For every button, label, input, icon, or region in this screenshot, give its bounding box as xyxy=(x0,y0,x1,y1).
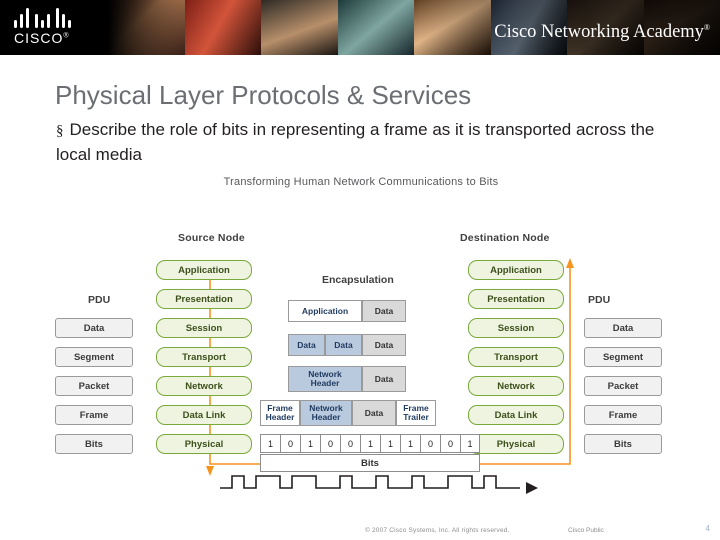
banner-photo xyxy=(261,0,338,55)
footer-page-number: 4 xyxy=(705,524,710,533)
pdu-box-bits-right: Bits xyxy=(584,434,662,454)
destination-node-label: Destination Node xyxy=(460,232,550,244)
destination-layer-data-link: Data Link xyxy=(468,405,564,425)
destination-layer-presentation: Presentation xyxy=(468,289,564,309)
enc-cell-data: Data xyxy=(362,366,406,392)
enc-cell-data-3: Data xyxy=(362,334,406,356)
pdu-box-segment: Segment xyxy=(55,347,133,367)
bullet-text: Describe the role of bits in representin… xyxy=(56,120,655,164)
pdu-box-frame: Frame xyxy=(55,405,133,425)
bit-cell: 0 xyxy=(320,434,340,453)
pdu-box-frame-right: Frame xyxy=(584,405,662,425)
networking-academy-tm: ® xyxy=(703,22,710,32)
enc-cell-frame-trailer: Frame Trailer xyxy=(396,400,436,426)
enc-cell-data-2: Data xyxy=(325,334,362,356)
footer-copyright: © 2007 Cisco Systems, Inc. All rights re… xyxy=(365,527,510,534)
pdu-box-segment-right: Segment xyxy=(584,347,662,367)
bits-caption: Bits xyxy=(260,454,480,472)
pdu-box-packet-right: Packet xyxy=(584,376,662,396)
encapsulation-label: Encapsulation xyxy=(322,274,394,286)
destination-layer-transport: Transport xyxy=(468,347,564,367)
header-banner: CISCO® Cisco Networking Academy® xyxy=(0,0,720,55)
source-layer-network: Network xyxy=(156,376,252,396)
bit-cell: 0 xyxy=(280,434,300,453)
figure-title: Transforming Human Network Communication… xyxy=(223,176,499,188)
enc-cell-application: Application xyxy=(288,300,362,322)
encapsulation-diagram: Transforming Human Network Communication… xyxy=(55,176,662,516)
encapsulation-row-frame: Frame Header Network Header Data Frame T… xyxy=(260,400,436,426)
networking-academy-text: Cisco Networking Academy xyxy=(494,22,704,42)
footer-classification: Cisco Public xyxy=(568,527,604,534)
enc-cell-data: Data xyxy=(352,400,396,426)
banner-photo xyxy=(337,0,414,55)
pdu-label-left: PDU xyxy=(88,294,111,306)
bit-cell: 1 xyxy=(260,434,280,453)
bit-cell: 0 xyxy=(440,434,460,453)
source-layer-transport: Transport xyxy=(156,347,252,367)
cisco-logo: CISCO® xyxy=(14,8,106,48)
pdu-box-packet: Packet xyxy=(55,376,133,396)
bullet-marker: § xyxy=(56,123,64,139)
bits-row: 1 0 1 0 0 1 1 1 0 0 1 xyxy=(260,434,480,453)
source-layer-data-link: Data Link xyxy=(156,405,252,425)
encapsulation-row-segment: Data Data Data xyxy=(288,334,406,356)
banner-left-fade xyxy=(108,0,188,55)
bit-cell: 1 xyxy=(360,434,380,453)
source-layer-session: Session xyxy=(156,318,252,338)
cisco-wordmark: CISCO® xyxy=(14,30,106,46)
enc-cell-data-1: Data xyxy=(288,334,325,356)
enc-cell-data: Data xyxy=(362,300,406,322)
pdu-box-data-right: Data xyxy=(584,318,662,338)
source-layer-physical: Physical xyxy=(156,434,252,454)
destination-layer-session: Session xyxy=(468,318,564,338)
destination-layer-application: Application xyxy=(468,260,564,280)
source-layer-application: Application xyxy=(156,260,252,280)
banner-photo xyxy=(184,0,261,55)
page-title: Physical Layer Protocols & Services xyxy=(55,80,472,110)
enc-cell-network-header: Network Header xyxy=(300,400,352,426)
bit-cell: 1 xyxy=(300,434,320,453)
enc-cell-network-header: Network Header xyxy=(288,366,362,392)
destination-layer-network: Network xyxy=(468,376,564,396)
pdu-box-bits: Bits xyxy=(55,434,133,454)
bit-cell: 1 xyxy=(460,434,480,453)
cisco-wordmark-text: CISCO xyxy=(14,30,64,46)
enc-cell-frame-header: Frame Header xyxy=(260,400,300,426)
pdu-box-data: Data xyxy=(55,318,133,338)
bit-cell: 1 xyxy=(400,434,420,453)
bullet-item: § Describe the role of bits in representi… xyxy=(56,118,676,167)
bit-cell: 1 xyxy=(380,434,400,453)
source-node-label: Source Node xyxy=(178,232,245,244)
destination-layer-physical: Physical xyxy=(468,434,564,454)
encapsulation-row-application: Application Data xyxy=(288,300,406,322)
bit-cell: 0 xyxy=(420,434,440,453)
cisco-wordmark-tm: ® xyxy=(63,32,70,40)
bit-cell: 0 xyxy=(340,434,360,453)
encapsulation-row-packet: Network Header Data xyxy=(288,366,406,392)
source-layer-presentation: Presentation xyxy=(156,289,252,309)
pdu-label-right: PDU xyxy=(588,294,611,306)
networking-academy-wordmark: Cisco Networking Academy® xyxy=(494,22,710,43)
cisco-bridge-icon xyxy=(14,8,100,28)
